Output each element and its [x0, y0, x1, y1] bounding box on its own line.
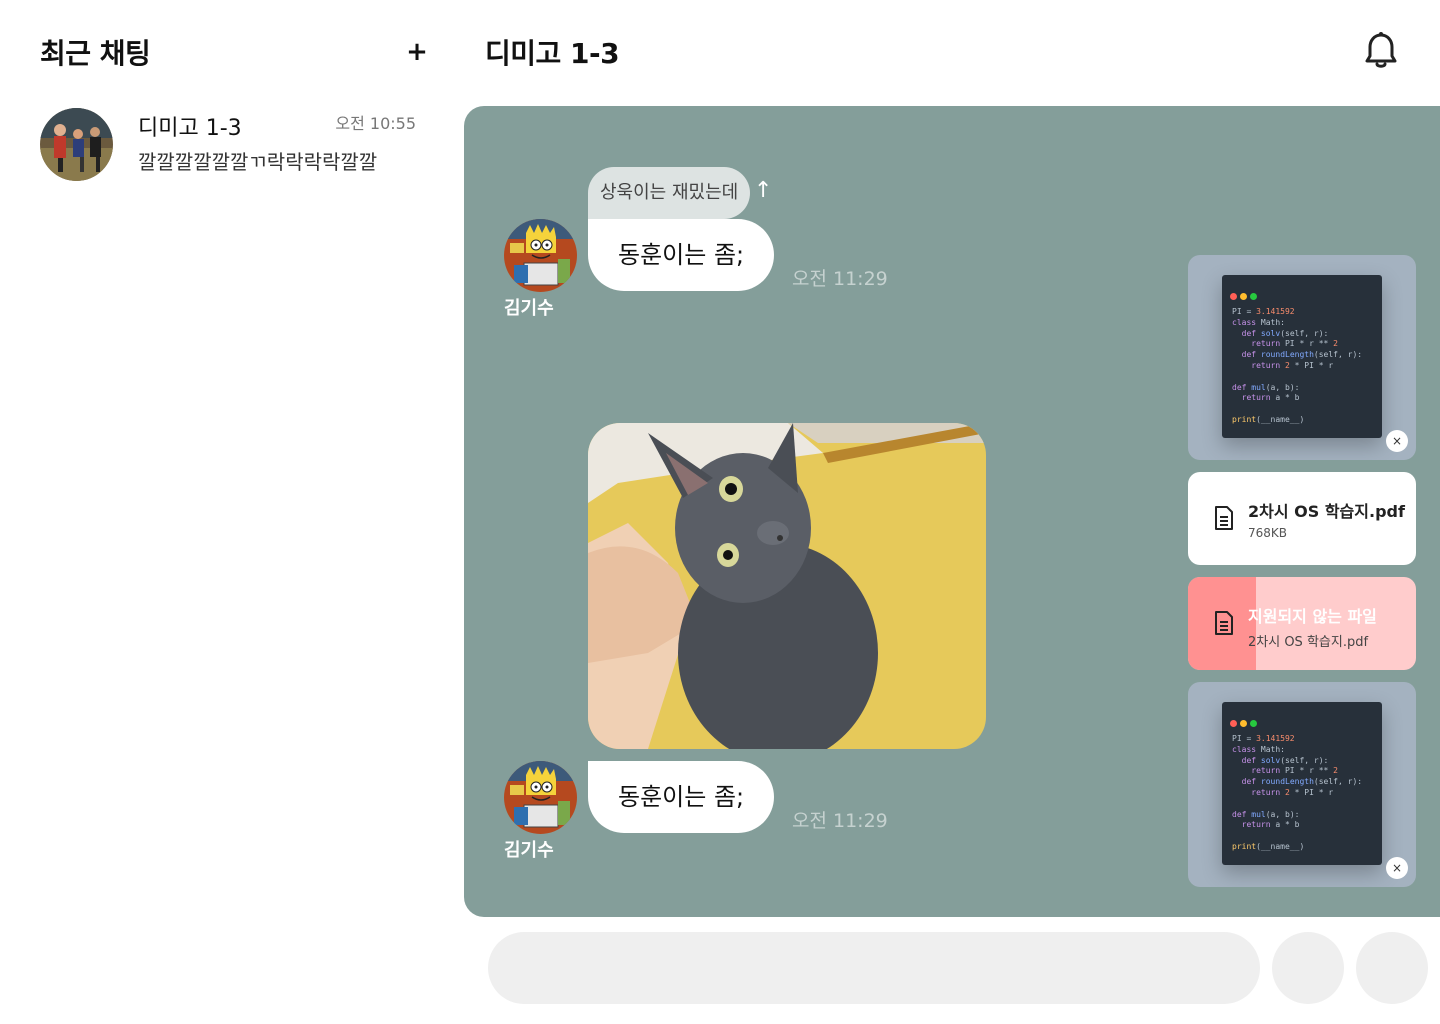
image-attachment[interactable]: PI = 3.141592 class Math: def solv(self,…: [1188, 255, 1416, 460]
arrow-up-icon: ↑: [754, 178, 773, 203]
image-attachment[interactable]: PI = 3.141592 class Math: def solv(self,…: [1188, 682, 1416, 887]
close-icon[interactable]: ×: [1386, 430, 1408, 452]
sender-name: 김기수: [504, 840, 554, 861]
bell-icon[interactable]: [1364, 32, 1398, 70]
attach-button[interactable]: [1272, 932, 1344, 1004]
send-button[interactable]: [1356, 932, 1428, 1004]
chat-list-sidebar: 최근 채팅 + 디미고 1-3 오전 10:55 깔깔깔깔깔깔ㄲ락락락락깔깔: [0, 0, 464, 1024]
error-title: 지원되지 않는 파일: [1248, 607, 1377, 626]
new-chat-button[interactable]: +: [404, 36, 430, 68]
sender-name: 김기수: [504, 298, 554, 319]
room-title: 디미고 1-3: [485, 37, 620, 70]
chat-list-item[interactable]: 디미고 1-3 오전 10:55 깔깔깔깔깔깔ㄲ락락락락깔깔: [40, 108, 416, 182]
code-screenshot: PI = 3.141592 class Math: def solv(self,…: [1222, 275, 1382, 438]
message-time: 오전 11:29: [792, 268, 888, 290]
document-icon: [1215, 611, 1233, 635]
file-name: 2차시 OS 학습지.pdf: [1248, 502, 1405, 521]
message-time: 오전 11:29: [792, 810, 888, 832]
sender-avatar[interactable]: [504, 761, 577, 834]
message-input[interactable]: [488, 932, 1260, 1004]
chat-room-avatar: [40, 108, 113, 181]
unsupported-file-attachment[interactable]: 지원되지 않는 파일 2차시 OS 학습지.pdf: [1188, 577, 1416, 670]
sender-avatar[interactable]: [504, 219, 577, 292]
message-bubble[interactable]: 동훈이는 좀;: [588, 761, 775, 833]
file-size: 768KB: [1248, 526, 1288, 540]
message-bubble[interactable]: 동훈이는 좀;: [588, 219, 775, 291]
error-file-name: 2차시 OS 학습지.pdf: [1248, 635, 1369, 650]
chat-last-message: 깔깔깔깔깔깔ㄲ락락락락깔깔: [138, 150, 378, 174]
document-icon: [1215, 506, 1233, 530]
chat-last-time: 오전 10:55: [335, 114, 416, 133]
file-attachment[interactable]: 2차시 OS 학습지.pdf 768KB: [1188, 472, 1416, 565]
chat-messages-panel[interactable]: 상욱이는 재밌는데 ↑ 김기수 동훈이는 좀; 오전 11:29 김기수 동훈이…: [464, 106, 1440, 917]
code-screenshot: PI = 3.141592 class Math: def solv(self,…: [1222, 702, 1382, 865]
close-icon[interactable]: ×: [1386, 857, 1408, 879]
sidebar-title: 최근 채팅: [40, 37, 151, 70]
cat-photo[interactable]: [588, 423, 986, 749]
reply-preview[interactable]: 상욱이는 재밌는데: [588, 167, 751, 219]
chat-room-name: 디미고 1-3: [138, 116, 242, 141]
